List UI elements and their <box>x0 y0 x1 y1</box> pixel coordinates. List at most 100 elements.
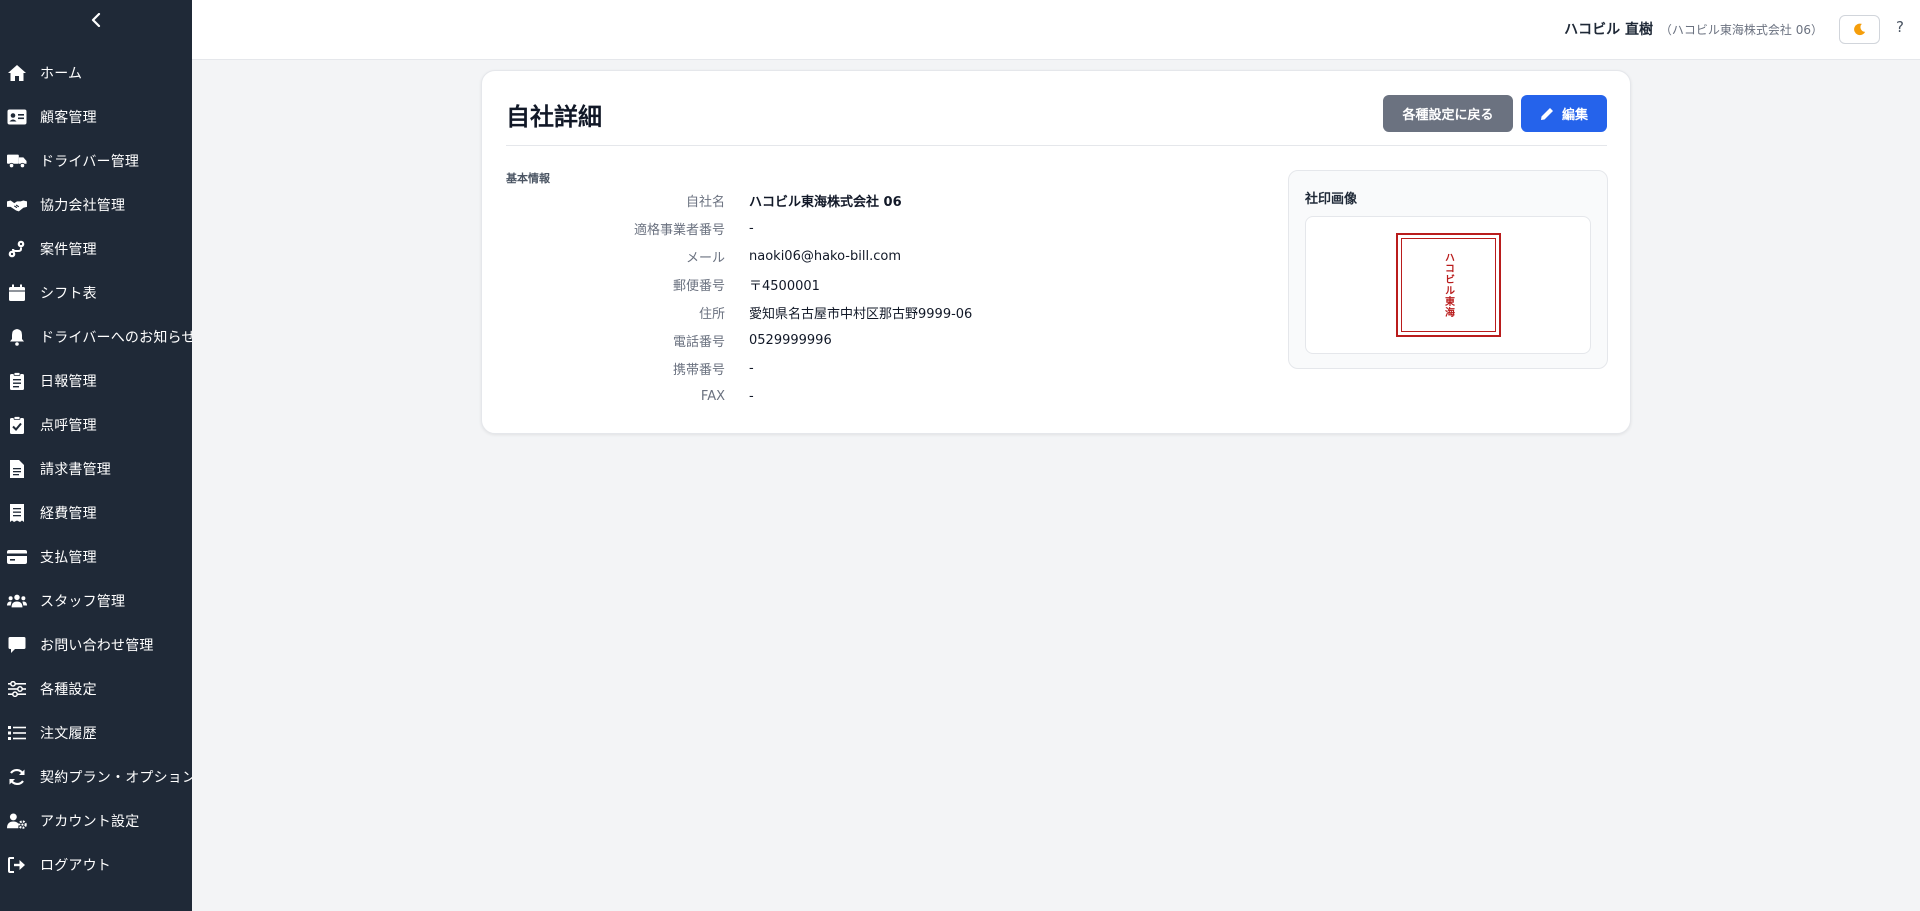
sidebar: ホーム 顧客管理 ドライバー管理 協力会社管理 案件管理 シフト表 ドライバーへ… <box>0 0 192 911</box>
sidebar-item-shift[interactable]: シフト表 <box>0 271 192 315</box>
back-to-settings-button[interactable]: 各種設定に戻る <box>1383 95 1513 132</box>
sidebar-item-inquiries[interactable]: お問い合わせ管理 <box>0 623 192 667</box>
sidebar-item-label: ホーム <box>40 66 83 82</box>
sidebar-item-partners[interactable]: 協力会社管理 <box>0 183 192 227</box>
company-seal-panel: 社印画像 ハコビル東海 <box>1288 170 1608 369</box>
sidebar-item-roll-call[interactable]: 点呼管理 <box>0 403 192 447</box>
sidebar-item-settings[interactable]: 各種設定 <box>0 667 192 711</box>
sidebar-item-daily-reports[interactable]: 日報管理 <box>0 359 192 403</box>
moon-icon <box>1854 23 1866 36</box>
chevron-left-icon <box>91 13 101 27</box>
truck-icon <box>7 151 27 171</box>
sidebar-item-label: ドライバーへのお知らせ <box>40 330 192 346</box>
sidebar-item-payments[interactable]: 支払管理 <box>0 535 192 579</box>
user-company: （ハコビル東海株式会社 06） <box>1659 23 1823 37</box>
sidebar-item-label: 点呼管理 <box>40 418 97 434</box>
sidebar-item-projects[interactable]: 案件管理 <box>0 227 192 271</box>
refresh-icon <box>7 767 27 787</box>
info-row-mobile: 携帯番号 - <box>506 354 1066 382</box>
route-icon <box>7 239 27 259</box>
sidebar-item-label: 支払管理 <box>40 550 97 566</box>
info-row-fax: FAX - <box>506 382 1066 410</box>
sidebar-item-label: 協力会社管理 <box>40 198 126 214</box>
id-card-icon <box>7 107 27 127</box>
sidebar-item-label: 日報管理 <box>40 374 97 390</box>
user-gear-icon <box>7 811 27 831</box>
handshake-icon <box>7 195 27 215</box>
top-header: ハコビル 直樹 （ハコビル東海株式会社 06） ? <box>192 0 1920 60</box>
clipboard-list-icon <box>7 371 27 391</box>
help-button[interactable]: ? <box>1896 18 1904 36</box>
sidebar-item-logout[interactable]: ログアウト <box>0 843 192 887</box>
info-key: 適格事業者番号 <box>633 222 725 238</box>
info-value: 〒4500001 <box>749 278 820 294</box>
list-icon <box>7 723 27 743</box>
sidebar-item-notifications[interactable]: ドライバーへのお知らせ <box>0 315 192 359</box>
sidebar-item-label: ドライバー管理 <box>40 154 140 170</box>
user-name: ハコビル 直樹 <box>1564 22 1653 38</box>
edit-button[interactable]: 編集 <box>1521 95 1607 132</box>
company-seal-image: ハコビル東海 <box>1395 233 1501 337</box>
sidebar-item-label: アカウント設定 <box>40 814 140 830</box>
info-value: - <box>749 360 754 376</box>
calendar-icon <box>7 283 27 303</box>
comment-icon <box>7 635 27 655</box>
sidebar-item-label: 契約プラン・オプション <box>40 770 192 786</box>
edit-button-label: 編集 <box>1561 107 1588 122</box>
sidebar-item-expenses[interactable]: 経費管理 <box>0 491 192 535</box>
sidebar-item-label: シフト表 <box>40 286 97 302</box>
file-icon <box>7 459 27 479</box>
sidebar-item-account-settings[interactable]: アカウント設定 <box>0 799 192 843</box>
info-key: 郵便番号 <box>672 278 725 294</box>
clipboard-check-icon <box>7 415 27 435</box>
section-label-basic-info: 基本情報 <box>506 172 550 185</box>
sliders-icon <box>7 679 27 699</box>
collapse-sidebar-button[interactable] <box>86 8 106 32</box>
info-key: FAX <box>700 388 725 404</box>
info-key: 住所 <box>698 306 725 322</box>
seal-inner-border: ハコビル東海 <box>1400 238 1496 332</box>
sidebar-item-label: 案件管理 <box>40 242 97 258</box>
logout-icon <box>7 855 27 875</box>
sidebar-item-label: 注文履歴 <box>40 726 97 742</box>
info-key: 自社名 <box>685 194 725 210</box>
title-divider <box>506 145 1607 146</box>
info-value: 0529999996 <box>749 332 832 348</box>
basic-info-list: 自社名 ハコビル東海株式会社 06 適格事業者番号 - メール naoki06@… <box>506 186 1066 410</box>
info-key: 電話番号 <box>672 334 725 350</box>
info-row-address: 住所 愛知県名古屋市中村区那古野9999-06 <box>506 298 1066 326</box>
sidebar-item-label: スタッフ管理 <box>40 594 126 610</box>
credit-card-icon <box>7 547 27 567</box>
sidebar-item-plan-options[interactable]: 契約プラン・オプション <box>0 755 192 799</box>
info-value: 愛知県名古屋市中村区那古野9999-06 <box>749 306 973 322</box>
sidebar-item-label: ログアウト <box>40 858 111 874</box>
pencil-icon <box>1540 107 1553 120</box>
page-title: 自社詳細 <box>506 103 602 131</box>
info-value: - <box>749 220 754 236</box>
info-row-invoice-number: 適格事業者番号 - <box>506 214 1066 242</box>
sidebar-nav: ホーム 顧客管理 ドライバー管理 協力会社管理 案件管理 シフト表 ドライバーへ… <box>0 51 192 887</box>
info-key: 携帯番号 <box>672 362 725 378</box>
sidebar-item-drivers[interactable]: ドライバー管理 <box>0 139 192 183</box>
info-value: - <box>749 388 754 404</box>
sidebar-item-invoices[interactable]: 請求書管理 <box>0 447 192 491</box>
theme-toggle-button[interactable] <box>1839 15 1880 44</box>
sidebar-item-home[interactable]: ホーム <box>0 51 192 95</box>
sidebar-item-label: 顧客管理 <box>40 110 97 126</box>
info-value: ハコビル東海株式会社 06 <box>749 194 902 210</box>
info-key: メール <box>685 250 725 266</box>
sidebar-item-order-history[interactable]: 注文履歴 <box>0 711 192 755</box>
info-row-phone: 電話番号 0529999996 <box>506 326 1066 354</box>
seal-text: ハコビル東海 <box>1442 252 1454 318</box>
sidebar-item-customers[interactable]: 顧客管理 <box>0 95 192 139</box>
sidebar-item-label: 請求書管理 <box>40 462 111 478</box>
users-icon <box>7 591 27 611</box>
home-icon <box>7 63 27 83</box>
sidebar-item-label: 各種設定 <box>40 682 97 698</box>
sidebar-item-staff[interactable]: スタッフ管理 <box>0 579 192 623</box>
info-row-company-name: 自社名 ハコビル東海株式会社 06 <box>506 186 1066 214</box>
seal-panel-title: 社印画像 <box>1305 192 1358 207</box>
info-row-postal-code: 郵便番号 〒4500001 <box>506 270 1066 298</box>
sidebar-item-label: お問い合わせ管理 <box>40 638 154 654</box>
info-value: naoki06@hako-bill.com <box>749 248 901 264</box>
